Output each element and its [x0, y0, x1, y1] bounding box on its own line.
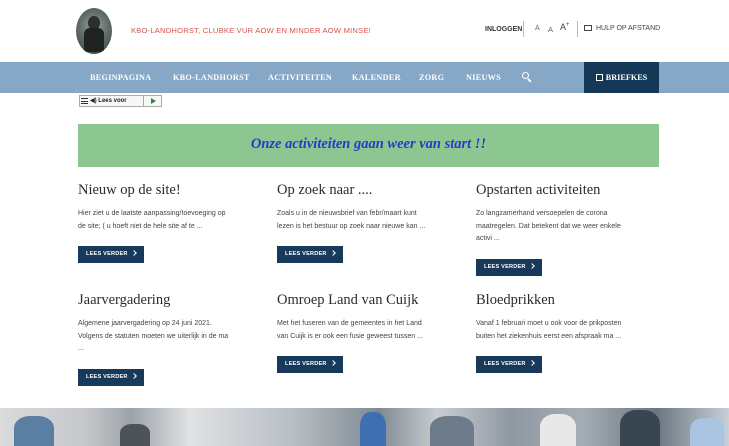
- site-header: KBO-LANDHORST, CLUBKE VUR AOW EN MINDER …: [0, 0, 729, 62]
- read-more-button[interactable]: LEES VERDER: [476, 259, 542, 276]
- font-size-large-plus: +: [566, 22, 570, 28]
- read-more-button[interactable]: LEES VERDER: [277, 356, 343, 373]
- chevron-right-icon: [528, 263, 535, 269]
- card-title[interactable]: Bloedprikken: [476, 292, 656, 309]
- site-logo[interactable]: [76, 8, 112, 54]
- help-remote-label: HULP OP AFSTAND: [596, 25, 661, 32]
- search-icon[interactable]: [522, 72, 532, 83]
- font-size-medium-button[interactable]: A: [548, 25, 553, 34]
- news-card: Op zoek naar .... Zoals u in de nieuwsbr…: [277, 182, 457, 263]
- news-card: Jaarvergadering Algemene jaarvergadering…: [78, 292, 258, 386]
- nav-item-activiteiten[interactable]: ACTIVITEITEN: [268, 62, 332, 93]
- header-divider: [523, 21, 524, 37]
- photo-person: [120, 424, 150, 446]
- card-title[interactable]: Jaarvergadering: [78, 292, 258, 309]
- news-card: Bloedprikken Vanaf 1 februari moet u ook…: [476, 292, 656, 373]
- menu-icon[interactable]: [81, 98, 88, 105]
- nav-item-nieuws[interactable]: NIEUWS: [466, 62, 501, 93]
- logo-figure-body: [84, 28, 104, 52]
- card-title[interactable]: Opstarten activiteiten: [476, 182, 656, 199]
- card-excerpt: Hier ziet u de laatste aanpassing/toevoe…: [78, 210, 226, 230]
- news-card: Omroep Land van Cuijk Met het fuseren va…: [277, 292, 457, 373]
- chevron-right-icon: [130, 373, 137, 379]
- play-icon[interactable]: [143, 96, 161, 106]
- chevron-right-icon: [528, 360, 535, 366]
- photo-person: [690, 418, 724, 446]
- chevron-right-icon: [329, 250, 336, 256]
- login-link[interactable]: INLOGGEN: [485, 26, 522, 33]
- card-title[interactable]: Nieuw op de site!: [78, 182, 258, 199]
- read-more-button[interactable]: LEES VERDER: [78, 246, 144, 263]
- briefkes-label: BRIEFKES: [605, 73, 648, 82]
- photo-person: [14, 416, 54, 446]
- read-aloud-label[interactable]: ◀) Lees voor: [90, 97, 127, 106]
- site-tagline: KBO-LANDHORST, CLUBKE VUR AOW EN MINDER …: [131, 26, 371, 35]
- photo-person: [620, 410, 660, 446]
- nav-item-kalender[interactable]: KALENDER: [352, 62, 401, 93]
- monitor-icon: [584, 25, 592, 31]
- briefkes-button[interactable]: BRIEFKES: [584, 62, 659, 93]
- read-more-button[interactable]: LEES VERDER: [277, 246, 343, 263]
- announcement-banner: Onze activiteiten gaan weer van start !!: [78, 124, 659, 167]
- card-excerpt: Met het fuseren van de gemeentes in het …: [277, 320, 423, 340]
- card-excerpt: Zo langzamerhand versoepelen de corona ma…: [476, 210, 621, 242]
- nav-item-kbo-landhorst[interactable]: KBO-LANDHORST: [173, 62, 250, 93]
- read-more-button[interactable]: LEES VERDER: [476, 356, 542, 373]
- news-card: Opstarten activiteiten Zo langzamerhand …: [476, 182, 656, 276]
- font-size-small-button[interactable]: A: [535, 25, 540, 32]
- chevron-right-icon: [329, 360, 336, 366]
- banner-text: Onze activiteiten gaan weer van start !!: [250, 136, 487, 152]
- font-size-large-button[interactable]: A+: [560, 22, 570, 32]
- news-card: Nieuw op de site! Hier ziet u de laatste…: [78, 182, 258, 263]
- header-divider: [577, 21, 578, 37]
- card-excerpt: Vanaf 1 februari moet u ook voor de prik…: [476, 320, 622, 340]
- footer-photo: [0, 408, 729, 446]
- edit-icon: [595, 74, 603, 81]
- photo-person: [540, 414, 576, 446]
- read-aloud-widget[interactable]: ◀) Lees voor: [79, 95, 162, 107]
- card-excerpt: Zoals u in de nieuwsbrief van febr/maart…: [277, 210, 426, 230]
- help-remote-link[interactable]: HULP OP AFSTAND: [584, 25, 660, 32]
- nav-item-beginpagina[interactable]: BEGINPAGINA: [90, 62, 151, 93]
- read-more-button[interactable]: LEES VERDER: [78, 369, 144, 386]
- card-title[interactable]: Omroep Land van Cuijk: [277, 292, 457, 309]
- card-title[interactable]: Op zoek naar ....: [277, 182, 457, 199]
- photo-person: [360, 412, 386, 446]
- nav-item-zorg[interactable]: ZORG: [419, 62, 444, 93]
- chevron-right-icon: [130, 250, 137, 256]
- photo-person: [430, 416, 474, 446]
- card-excerpt: Algemene jaarvergadering op 24 juni 2021…: [78, 320, 229, 352]
